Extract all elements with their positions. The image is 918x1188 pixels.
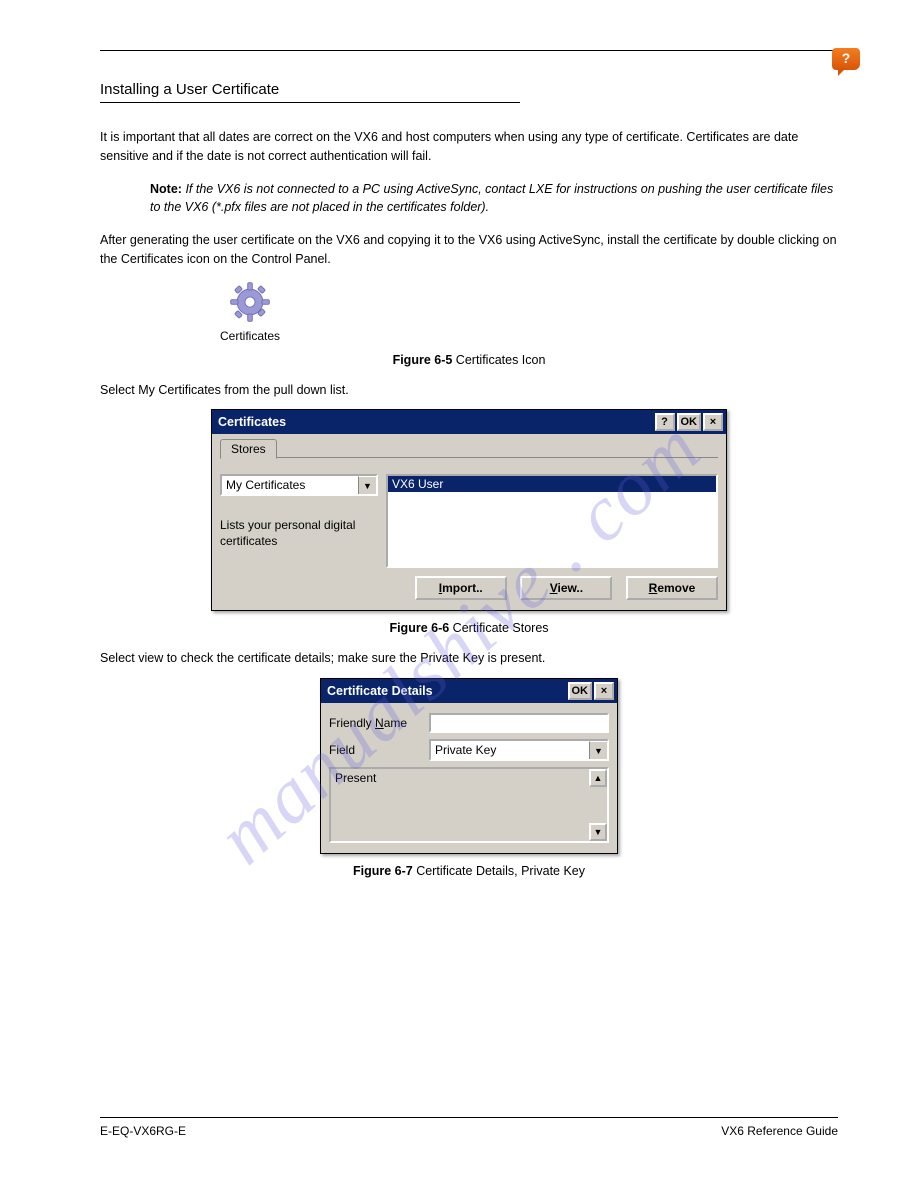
- page-footer: E-EQ-VX6RG-E VX6 Reference Guide: [100, 1117, 838, 1138]
- figure-caption-3: Figure 6-7 Certificate Details, Private …: [100, 864, 838, 878]
- help-bubble-icon[interactable]: ?: [832, 48, 860, 70]
- gear-icon[interactable]: [227, 279, 273, 325]
- friendly-name-input[interactable]: [429, 713, 609, 733]
- top-rule: [100, 50, 838, 51]
- friendly-name-label: Friendly Name: [329, 716, 421, 730]
- titlebar-ok-button[interactable]: OK: [677, 413, 702, 431]
- details-ok-button[interactable]: OK: [568, 682, 593, 700]
- section-underline: [100, 102, 520, 103]
- field-dropdown-value: Private Key: [431, 741, 589, 759]
- figure-caption-2-prefix: Figure 6-6: [389, 621, 452, 635]
- field-dropdown[interactable]: Private Key ▼: [429, 739, 609, 761]
- figure-caption-1-prefix: Figure 6-5: [393, 353, 456, 367]
- scroll-down-icon[interactable]: ▼: [589, 823, 607, 841]
- chevron-down-icon[interactable]: ▼: [589, 741, 607, 759]
- field-label: Field: [329, 743, 421, 757]
- figure-caption-3-prefix: Figure 6-7: [353, 864, 416, 878]
- certificates-icon-label: Certificates: [210, 329, 290, 343]
- details-title: Certificate Details: [327, 684, 566, 698]
- remove-button[interactable]: Remove: [626, 576, 718, 600]
- certificates-icon-block: Certificates: [210, 279, 290, 343]
- figure-caption-1: Figure 6-5 Certificates Icon: [100, 353, 838, 367]
- memo-scrollbar[interactable]: ▲ ▼: [589, 769, 607, 841]
- details-memo: Present: [331, 769, 589, 841]
- view-button[interactable]: View..: [520, 576, 612, 600]
- section-title: Installing a User Certificate: [100, 81, 838, 98]
- certificates-dialog: Certificates ? OK × Stores My Certificat…: [211, 409, 727, 611]
- tab-row: Stores: [220, 438, 718, 458]
- details-close-button[interactable]: ×: [594, 682, 614, 700]
- para-intro-1: It is important that all dates are corre…: [100, 128, 838, 166]
- footer-left: E-EQ-VX6RG-E: [100, 1124, 186, 1138]
- note-block: Note: If the VX6 is not connected to a P…: [150, 180, 838, 218]
- certificate-listbox[interactable]: VX6 User: [386, 474, 718, 568]
- certificates-titlebar: Certificates ? OK ×: [212, 410, 726, 434]
- para-intro-4: Select view to check the certificate det…: [100, 649, 838, 668]
- para-intro-3: Select My Certificates from the pull dow…: [100, 381, 838, 400]
- titlebar-close-button[interactable]: ×: [703, 413, 723, 431]
- certificate-list-item[interactable]: VX6 User: [388, 476, 716, 492]
- para-intro-2: After generating the user certificate on…: [100, 231, 838, 269]
- chevron-down-icon[interactable]: ▼: [358, 476, 376, 494]
- footer-right: VX6 Reference Guide: [721, 1124, 838, 1138]
- import-button[interactable]: Import..: [415, 576, 507, 600]
- certificate-details-dialog: Certificate Details OK × Friendly Name F…: [320, 678, 618, 854]
- details-titlebar: Certificate Details OK ×: [321, 679, 617, 703]
- note-text: If the VX6 is not connected to a PC usin…: [150, 182, 833, 215]
- figure-caption-1-text: Certificates Icon: [456, 353, 546, 367]
- stores-tab[interactable]: Stores: [220, 439, 277, 459]
- store-dropdown[interactable]: My Certificates ▼: [220, 474, 378, 496]
- titlebar-help-button[interactable]: ?: [655, 413, 675, 431]
- note-label: Note:: [150, 182, 182, 196]
- store-description: Lists your personal digital certificates: [220, 518, 378, 549]
- details-memo-wrap: Present ▲ ▼: [329, 767, 609, 843]
- figure-caption-2: Figure 6-6 Certificate Stores: [100, 621, 838, 635]
- store-dropdown-value: My Certificates: [222, 476, 358, 494]
- figure-caption-3-text: Certificate Details, Private Key: [416, 864, 585, 878]
- scroll-up-icon[interactable]: ▲: [589, 769, 607, 787]
- certificates-title: Certificates: [218, 415, 653, 429]
- figure-caption-2-text: Certificate Stores: [453, 621, 549, 635]
